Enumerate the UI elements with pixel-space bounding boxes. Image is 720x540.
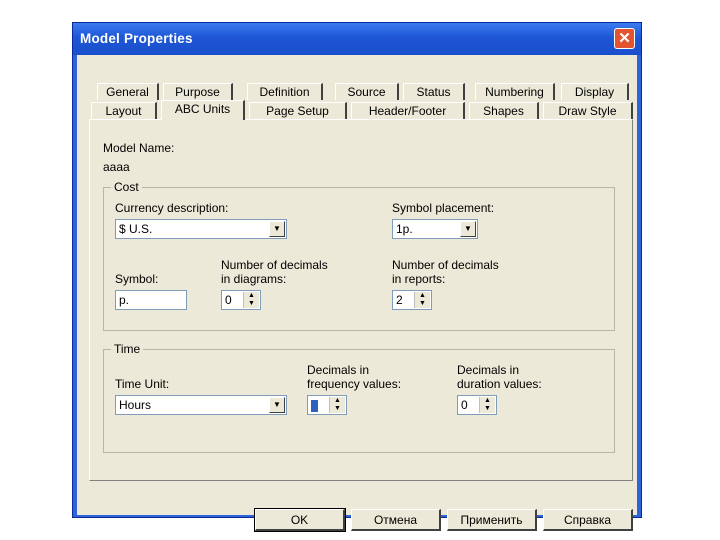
report-decimals-label-1: Number of decimals [392,258,499,272]
diagram-decimals-label-1: Number of decimals [221,258,328,272]
model-properties-window: Model Properties ✕ General Purpose Defin… [72,22,642,532]
dur-decimals-spinner[interactable]: 0 ▲ ▼ [457,395,497,415]
close-icon[interactable]: ✕ [618,30,631,47]
cancel-button[interactable]: Отмена [351,509,441,531]
tab-draw-style[interactable]: Draw Style [543,102,633,119]
tab-header-footer[interactable]: Header/Footer [351,102,465,119]
tab-source[interactable]: Source [335,83,399,100]
freq-decimals-value: 0 [311,398,318,412]
apply-button[interactable]: Применить [447,509,537,531]
currency-select[interactable]: $ U.S. ▼ [115,219,287,239]
symbol-placement-value: 1p. [396,222,413,236]
tab-page-setup[interactable]: Page Setup [249,102,347,119]
tab-purpose[interactable]: Purpose [163,83,233,100]
title-bar[interactable]: Model Properties ✕ [73,23,641,55]
window-title: Model Properties [80,31,193,46]
time-group-title: Time [111,342,144,356]
help-button[interactable]: Справка [543,509,633,531]
tab-general[interactable]: General [97,83,159,100]
spinner-arrows-icon[interactable]: ▲ ▼ [243,292,259,308]
dur-decimals-label-2: duration values: [457,377,542,391]
tab-shapes[interactable]: Shapes [469,102,539,119]
report-decimals-value: 2 [396,293,403,307]
dur-decimals-value: 0 [461,398,468,412]
cost-group-title: Cost [111,180,142,194]
text-cursor [311,399,318,412]
freq-decimals-label-2: frequency values: [307,377,402,391]
diagram-decimals-spinner[interactable]: 0 ▲ ▼ [221,290,261,310]
symbol-label: Symbol: [115,272,159,286]
tab-status[interactable]: Status [403,83,465,100]
close-button[interactable]: ✕ [614,28,635,49]
tab-numbering[interactable]: Numbering [475,83,555,100]
tab-display[interactable]: Display [561,83,629,100]
tab-layout[interactable]: Layout [91,102,157,119]
freq-decimals-label-1: Decimals in [307,363,370,377]
model-name-value: aaaa [103,160,130,174]
symbol-placement-select[interactable]: 1p. ▼ [392,219,478,239]
time-unit-select[interactable]: Hours ▼ [115,395,287,415]
chevron-down-icon[interactable]: ▼ [460,221,476,237]
report-decimals-spinner[interactable]: 2 ▲ ▼ [392,290,432,310]
report-decimals-label-2: in reports: [392,272,446,286]
currency-label: Currency description: [115,201,229,215]
chevron-down-icon[interactable]: ▼ [269,397,285,413]
chevron-down-icon[interactable]: ▼ [269,221,285,237]
symbol-input[interactable]: p. [115,290,187,310]
tab-abc-units[interactable]: ABC Units [161,100,245,120]
diagram-decimals-value: 0 [225,293,232,307]
model-name-label: Model Name: [103,141,175,155]
spinner-arrows-icon[interactable]: ▲ ▼ [479,397,495,413]
symbol-value: p. [119,293,130,307]
time-unit-value: Hours [119,398,152,412]
time-unit-label: Time Unit: [115,377,170,391]
tab-definition[interactable]: Definition [247,83,323,100]
symbol-placement-label: Symbol placement: [392,201,495,215]
ok-button[interactable]: OK [254,508,346,532]
spinner-arrows-icon[interactable]: ▲ ▼ [329,397,345,413]
freq-decimals-spinner[interactable]: 0 ▲▼ [307,395,347,415]
diagram-decimals-label-2: in diagrams: [221,272,287,286]
dur-decimals-label-1: Decimals in [457,363,520,377]
dialog-client: General Purpose Definition Source Status… [77,55,637,532]
currency-value: $ U.S. [119,222,153,236]
spinner-arrows-icon[interactable]: ▲ ▼ [414,292,430,308]
